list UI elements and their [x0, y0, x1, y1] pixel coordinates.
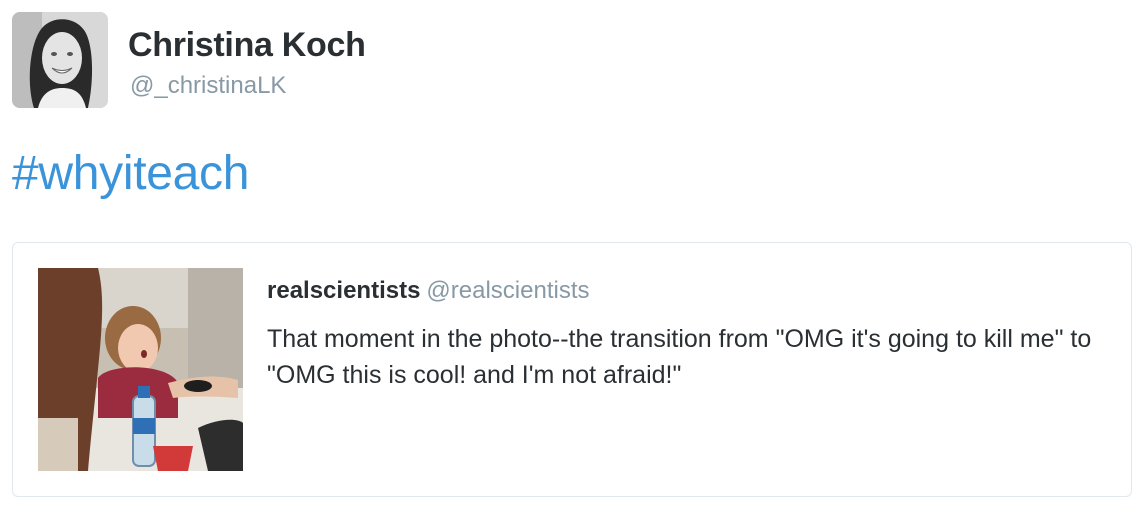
- author-name[interactable]: Christina Koch: [128, 26, 366, 65]
- quoted-author-handle: @realscientists: [426, 277, 590, 304]
- quoted-author-name: realscientists: [267, 277, 421, 304]
- tweet: Christina Koch @_christinaLK #whyiteach: [0, 0, 1146, 510]
- author-avatar-image: [12, 12, 108, 108]
- quoted-tweet-text: That moment in the photo--the transition…: [267, 325, 1092, 389]
- quoted-tweet-card[interactable]: realscientists @realscientists That momen…: [12, 242, 1132, 497]
- quoted-tweet-photo: [38, 268, 243, 471]
- author-avatar[interactable]: [12, 12, 108, 108]
- hashtag-link[interactable]: #whyiteach: [12, 146, 249, 201]
- quoted-author[interactable]: realscientists @realscientists: [267, 277, 590, 305]
- author-handle[interactable]: @_christinaLK: [130, 72, 286, 100]
